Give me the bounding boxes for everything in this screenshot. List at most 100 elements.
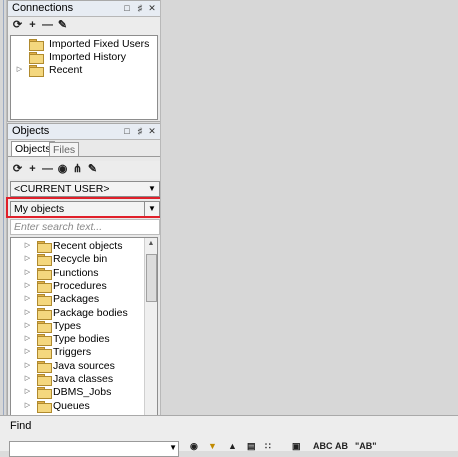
folder-icon [37,267,52,280]
options-icon[interactable]: ∷ [265,440,271,452]
tree-item[interactable]: ▷ Java sources [15,360,143,373]
scroll-thumb[interactable] [146,254,157,302]
expand-icon[interactable]: ▷ [23,321,32,331]
folder-icon [37,347,52,360]
tree-item-label: Recycle bin [53,253,108,266]
tree-item[interactable]: ▷ Queues [15,400,143,413]
dock-grip [3,0,4,415]
properties-icon[interactable]: ✎ [86,163,99,176]
connections-title: Connections [12,2,74,14]
expand-icon[interactable]: ▷ [23,254,32,264]
tree-item[interactable]: ▷ Functions [15,267,143,280]
find-objects-icon[interactable]: ◉ [56,163,69,176]
restore-icon[interactable]: □ [122,2,132,14]
expand-icon[interactable]: ▷ [23,374,32,384]
expand-icon[interactable]: ▷ [23,268,32,278]
restore-icon[interactable]: □ [122,125,132,137]
properties-icon[interactable]: ✎ [56,19,69,32]
pin-icon[interactable]: ♯ [135,125,145,137]
objects-panel: Objects □ ♯ ✕ Objects Files ⟳ + — ◉ ⋔ ✎ … [7,123,161,417]
match-case-icon[interactable]: ABC [313,440,333,452]
highlight-box [6,197,178,218]
tab-files[interactable]: Files [49,142,80,157]
main-workspace [160,0,458,415]
tree-item-label: Java sources [53,359,115,372]
folder-icon [37,320,52,333]
folder-icon [29,39,44,51]
objects-header: Objects □ ♯ ✕ [8,124,160,140]
tree-item-label: Procedures [53,279,107,292]
refresh-icon[interactable]: ⟳ [11,19,24,32]
filter-icon[interactable]: ⋔ [71,163,84,176]
expand-icon[interactable]: ▷ [23,241,32,251]
objects-toolbar: ⟳ + — ◉ ⋔ ✎ [8,161,160,179]
expand-icon[interactable]: ▷ [23,361,32,371]
tree-item-label: Triggers [53,346,92,359]
left-dock-strip [0,0,7,450]
current-user-select[interactable]: <CURRENT USER> ▼ [10,181,160,197]
tree-item[interactable]: ▷ Package bodies [15,307,143,320]
find-binoculars-icon[interactable]: ◉ [190,440,198,452]
tree-item[interactable]: Imported Fixed Users [15,38,155,51]
folder-icon [37,307,52,320]
object-search-input[interactable]: Enter search text... [10,219,160,235]
add-icon[interactable]: + [26,19,39,32]
folder-icon [29,52,44,64]
tree-item[interactable]: ▷ Packages [15,293,143,307]
chevron-down-icon[interactable]: ▼ [145,182,159,196]
tree-item[interactable]: ▷ Recent objects [15,240,143,253]
tree-item-label: Type bodies [53,333,110,346]
folder-icon [37,294,52,307]
expand-icon[interactable]: ▷ [23,347,32,357]
tree-item[interactable]: ▷ DBMS_Jobs [15,386,143,400]
tree-item[interactable]: ▷ Procedures [15,280,143,293]
connections-toolbar: ⟳ + — ✎ [8,17,160,35]
folder-icon [37,360,52,373]
add-icon[interactable]: + [26,163,39,176]
highlight-all-icon[interactable]: ▤ [247,440,256,452]
folder-icon [37,374,52,386]
chevron-down-icon[interactable]: ▼ [169,442,177,454]
connections-header: Connections □ ♯ ✕ [8,1,160,17]
find-bar: Find ▼ ◉ ▼ ▲ ▤ ∷ ▣ ABC AB "AB" [0,415,458,457]
folder-icon [37,400,52,413]
expand-icon[interactable]: ▷ [23,294,32,304]
close-icon[interactable]: ✕ [147,125,157,137]
tree-item-label: Packages [53,293,100,306]
tabs-divider [8,156,160,157]
connections-tree: Imported Fixed Users Imported History ▷ … [10,35,158,120]
objects-scrollbar[interactable]: ▲ [144,238,157,416]
pin-icon[interactable]: ♯ [135,2,145,14]
whole-word-icon[interactable]: AB [335,440,348,452]
folder-icon [37,334,52,347]
tree-item-label: Package bodies [53,306,128,319]
expand-icon[interactable]: ▷ [23,281,32,291]
tree-item-label: Functions [53,266,99,279]
remove-icon[interactable]: — [41,163,54,176]
find-input[interactable]: ▼ [9,441,179,457]
expand-icon[interactable]: ▷ [23,401,32,411]
scroll-up-icon[interactable]: ▲ [145,238,157,249]
tree-item[interactable]: ▷ Triggers [15,346,143,360]
tree-item[interactable]: ▷ Type bodies [15,333,143,347]
refresh-icon[interactable]: ⟳ [11,163,24,176]
folder-icon [29,65,44,77]
objects-tabs: Objects Files [8,140,160,157]
selection-icon[interactable]: ▣ [292,440,301,452]
tree-item[interactable]: ▷ Types [15,320,143,333]
tree-item[interactable]: Imported History [15,51,155,64]
object-search-placeholder: Enter search text... [14,221,103,233]
folder-icon [37,387,52,400]
close-icon[interactable]: ✕ [147,2,157,14]
tree-item[interactable]: ▷ Recycle bin [15,253,143,267]
expand-icon[interactable]: ▷ [23,387,32,397]
tree-item[interactable]: ▷ Java classes [15,373,143,386]
expand-icon[interactable]: ▷ [23,308,32,318]
find-next-icon[interactable]: ▼ [208,440,217,452]
find-previous-icon[interactable]: ▲ [228,440,237,452]
regex-icon[interactable]: "AB" [355,440,377,452]
tree-item[interactable]: ▷ Recent [15,64,155,77]
expand-icon[interactable]: ▷ [15,65,24,75]
expand-icon[interactable]: ▷ [23,334,32,344]
remove-icon[interactable]: — [41,19,54,32]
